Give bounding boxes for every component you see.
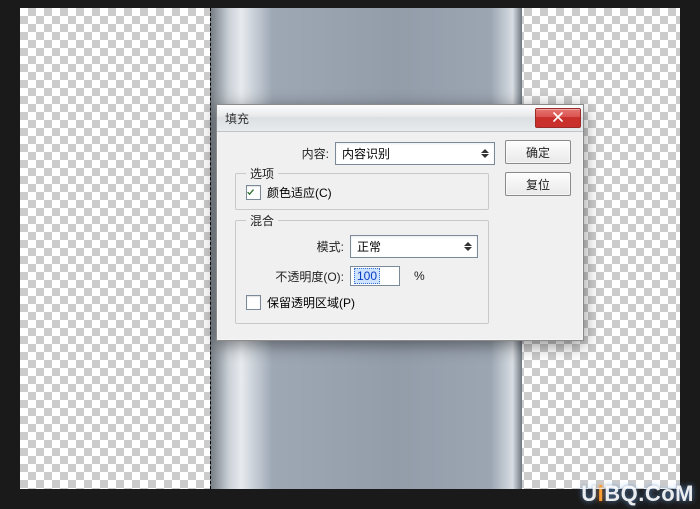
dialog-button-column: 确定 复位 <box>505 140 571 196</box>
content-dropdown-value: 内容识别 <box>342 145 390 162</box>
content-dropdown[interactable]: 内容识别 <box>335 142 495 165</box>
preserve-transparency-checkbox[interactable] <box>246 295 261 310</box>
preserve-transparency-row: 保留透明区域(P) <box>246 294 478 311</box>
blend-legend: 混合 <box>246 212 278 229</box>
color-adapt-label: 颜色适应(C) <box>267 184 332 201</box>
options-legend: 选项 <box>246 165 278 182</box>
options-group: 选项 颜色适应(C) <box>235 173 489 210</box>
preserve-transparency-label: 保留透明区域(P) <box>267 294 355 311</box>
watermark: UiBQ.CoM <box>581 481 694 507</box>
opacity-value: 100 <box>354 268 380 284</box>
opacity-suffix: % <box>414 269 425 283</box>
dialog-body: 确定 复位 内容: 内容识别 选项 颜色适应(C) <box>217 132 583 340</box>
ok-button[interactable]: 确定 <box>505 140 571 164</box>
opacity-row: 不透明度(O): 100 % <box>246 266 478 286</box>
mode-dropdown-value: 正常 <box>357 238 381 255</box>
fill-dialog: 填充 确定 复位 内容: 内容识别 选项 <box>216 104 584 341</box>
reset-button[interactable]: 复位 <box>505 172 571 196</box>
mode-row: 模式: 正常 <box>246 235 478 258</box>
ok-button-label: 确定 <box>526 144 550 161</box>
mode-dropdown[interactable]: 正常 <box>350 235 478 258</box>
watermark-suffix: BQ.CoM <box>604 481 694 506</box>
check-icon <box>247 187 254 198</box>
mode-label: 模式: <box>246 238 350 255</box>
reset-button-label: 复位 <box>526 176 550 193</box>
blend-group: 混合 模式: 正常 不透明度(O): 100 % <box>235 220 489 324</box>
dialog-title: 填充 <box>225 110 535 127</box>
selection-marquee-edge <box>210 8 211 489</box>
close-icon <box>553 111 563 125</box>
dropdown-arrows-icon <box>480 149 490 158</box>
opacity-label: 不透明度(O): <box>246 268 350 285</box>
content-label: 内容: <box>231 145 335 162</box>
dialog-titlebar[interactable]: 填充 <box>217 105 583 132</box>
close-button[interactable] <box>535 108 581 128</box>
color-adapt-row: 颜色适应(C) <box>246 184 478 201</box>
watermark-prefix: U <box>581 481 597 506</box>
dropdown-arrows-icon <box>463 242 473 251</box>
opacity-input[interactable]: 100 <box>350 266 400 286</box>
color-adapt-checkbox[interactable] <box>246 185 261 200</box>
